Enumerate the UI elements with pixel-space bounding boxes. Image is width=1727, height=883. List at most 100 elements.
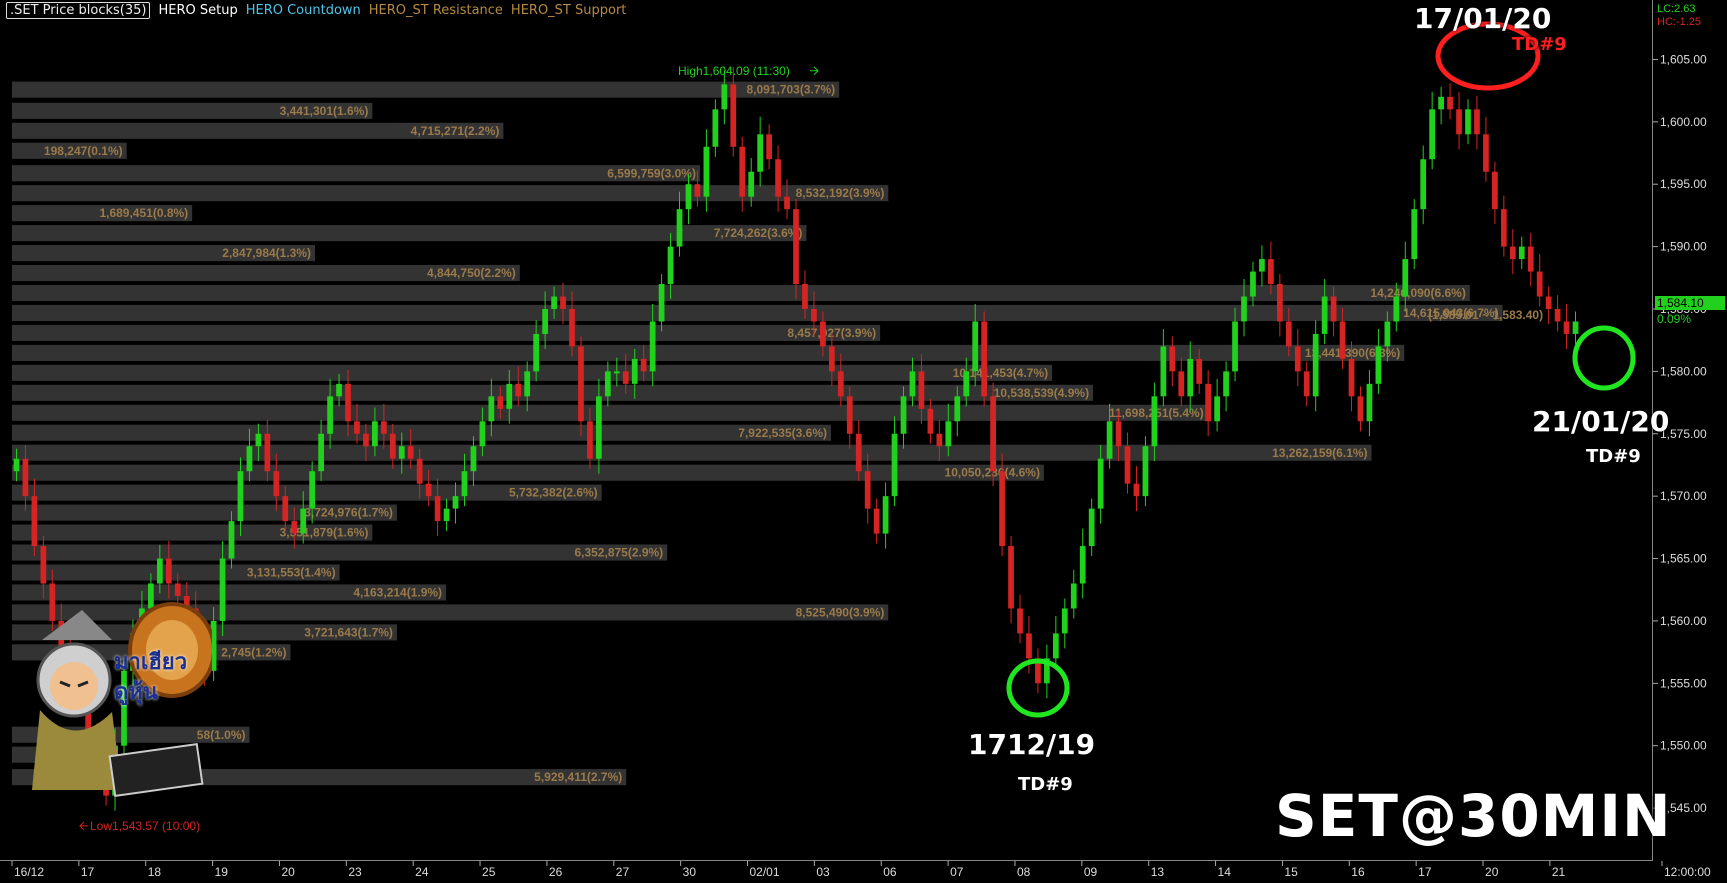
candle-body: [1429, 109, 1436, 160]
candle-body: [1393, 296, 1400, 322]
candle-body: [1536, 271, 1543, 297]
candle-body: [40, 546, 47, 584]
candle-body: [1303, 371, 1310, 397]
price-block-label: 2,847,984(1.3%): [222, 246, 311, 260]
logo-text: มาเฮียว ดูหุ้น: [114, 650, 188, 705]
time-scale-panel[interactable]: [0, 860, 1653, 883]
legend-hero-support[interactable]: HERO_ST Support: [511, 3, 626, 18]
candle-body: [882, 496, 889, 534]
candle-body: [1276, 284, 1283, 322]
price-block-bar: [12, 464, 1044, 481]
candle-body: [631, 358, 638, 384]
candle-body: [1026, 633, 1032, 659]
candle-body: [1518, 246, 1525, 260]
price-block-bar: [12, 544, 668, 561]
candle-body: [766, 134, 772, 160]
candle-body: [1483, 134, 1489, 172]
price-block-bar: [12, 424, 831, 441]
price-block-bar: [12, 364, 1053, 381]
price-block-label: 4,163,214(1.9%): [353, 586, 442, 600]
candle-body: [300, 508, 307, 534]
candle-body: [1563, 321, 1570, 334]
candle-body: [1375, 346, 1382, 384]
price-blocks-indicator[interactable]: .SET Price blocks(35): [6, 1, 151, 19]
candle-body: [640, 358, 647, 372]
price-block-bar: [12, 384, 1094, 401]
candle-body: [1465, 109, 1471, 135]
candle-body: [909, 371, 916, 397]
candle-body: [452, 496, 459, 509]
candle-body: [667, 246, 674, 285]
price-block-bar: [12, 225, 807, 242]
candle-body: [1285, 321, 1292, 347]
td9-right-circle: [1572, 325, 1636, 391]
low-label: Low1,543.57 (10:00): [90, 819, 200, 833]
indicator-legend: .SET Price blocks(35) HERO Setup HERO Co…: [0, 0, 626, 20]
candle-body: [1321, 296, 1328, 334]
candle-body: [264, 433, 271, 472]
candle-body: [291, 521, 298, 534]
candle-body: [1456, 109, 1462, 135]
candle-body: [372, 421, 378, 447]
price-block-label: 7,922,535(3.6%): [738, 426, 827, 440]
price-block-label: 3,441,301(1.6%): [280, 104, 369, 118]
price-block-label: 6,352,875(2.9%): [574, 546, 663, 560]
price-block-bar: [12, 404, 1208, 421]
candle-body: [398, 446, 405, 459]
candle-body: [927, 408, 934, 434]
candle-body: [1223, 371, 1229, 397]
candle-body: [1357, 396, 1364, 422]
price-block-label: 3,724,976(1.7%): [304, 506, 393, 520]
candle-body: [1268, 259, 1274, 285]
legend-hero-resistance[interactable]: HERO_ST Resistance: [369, 3, 503, 18]
candle-body: [327, 396, 333, 434]
candle-body: [864, 471, 871, 509]
candle-body: [407, 446, 414, 459]
candle-body: [1205, 383, 1212, 422]
legend-hero-countdown[interactable]: HERO Countdown: [246, 3, 361, 18]
candle-body: [837, 371, 844, 397]
candle-body: [739, 146, 746, 197]
candle-body: [1241, 296, 1247, 322]
price-block-label: 13,262,159(6.1%): [1272, 446, 1367, 460]
candle-body: [542, 308, 548, 334]
legend-hero-setup[interactable]: HERO Setup: [158, 3, 237, 18]
low-arrow-icon: [79, 821, 88, 831]
price-block-label: 14,246,090(6.6%): [1370, 286, 1465, 300]
candle-body: [587, 421, 593, 459]
price-block-bar: [12, 324, 881, 341]
price-block-bar: [12, 344, 1405, 361]
candle-body: [237, 471, 244, 522]
price-block-label: 8,532,192(3.9%): [796, 186, 885, 200]
date-label-top: 17/01/20: [1414, 2, 1552, 35]
candle-body: [434, 496, 441, 522]
candle-body: [658, 284, 665, 322]
candle-body: [685, 184, 692, 210]
candle-body: [775, 159, 781, 197]
candle-body: [1545, 296, 1552, 309]
volume-price-blocks: 8,091,703(3.7%) 3,441,301(1.6%) 4,715,271(…: [12, 81, 1503, 786]
candle-body: [1169, 346, 1176, 372]
candle-body: [533, 333, 540, 372]
candle-body: [811, 308, 817, 322]
candle-body: [506, 383, 513, 409]
hc-readout: HC:-1.25: [1657, 16, 1702, 28]
candle-body: [1160, 346, 1167, 397]
candle-body: [721, 84, 728, 110]
candle-body: [255, 433, 262, 447]
candle-body: [1402, 259, 1409, 297]
candle-body: [1447, 96, 1453, 110]
candle-body: [757, 134, 764, 172]
candle-body: [1509, 246, 1516, 260]
candle-body: [1294, 346, 1301, 372]
td-label-top: TD#9: [1512, 34, 1567, 55]
price-block-bar: [12, 444, 1372, 461]
candle-body: [1474, 109, 1480, 135]
candle-body: [963, 371, 970, 397]
candle-body: [1070, 583, 1077, 609]
candle-body: [649, 321, 656, 372]
price-block-label: 8,091,703(3.7%): [746, 83, 835, 97]
candle-body: [793, 209, 799, 285]
candle-body: [551, 296, 557, 309]
candle-body: [309, 471, 316, 509]
